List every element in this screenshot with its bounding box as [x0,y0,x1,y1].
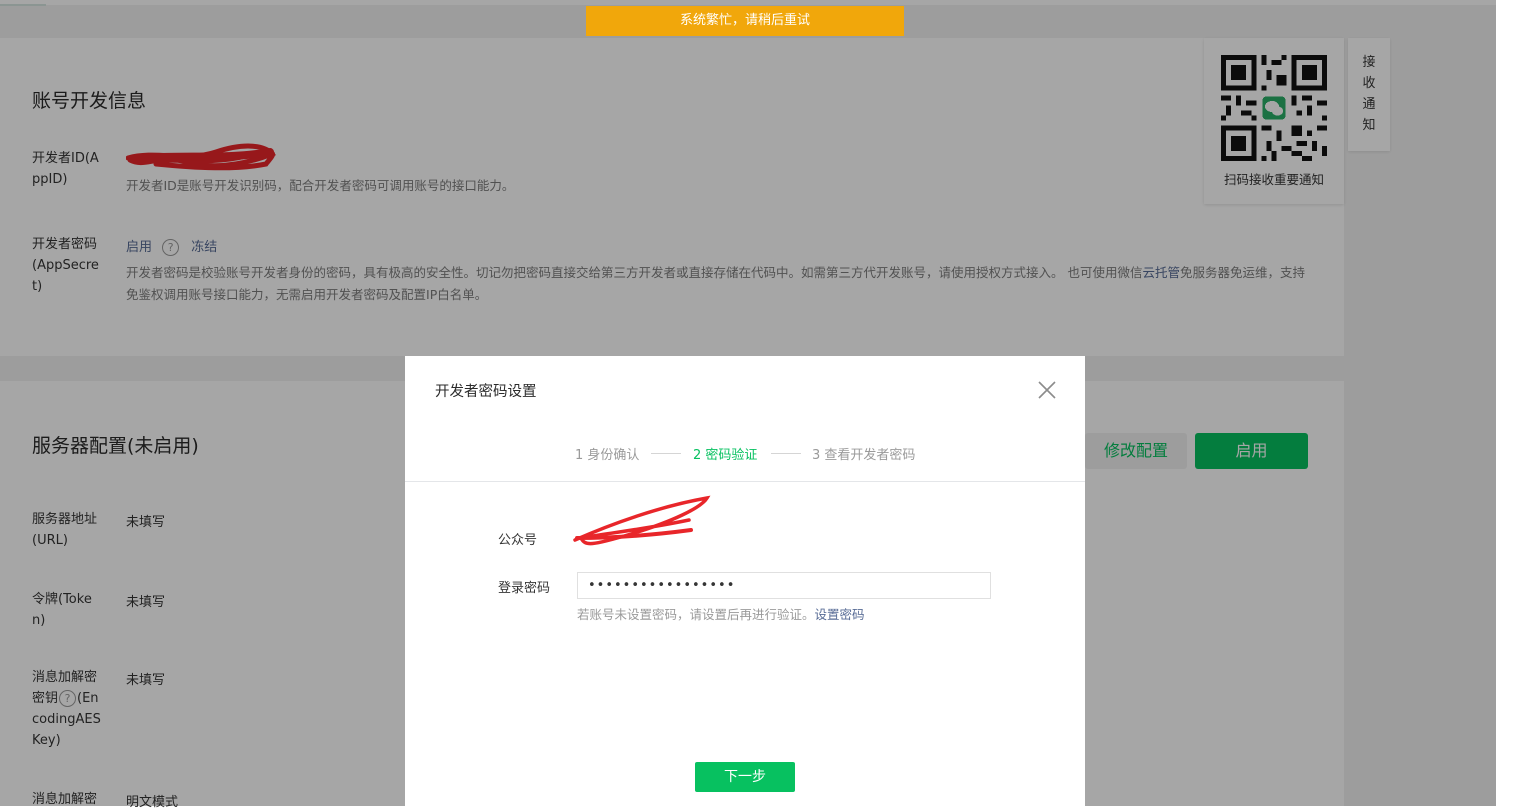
dialog-divider [405,481,1085,482]
password-hint-text: 若账号未设置密码，请设置后再进行验证。 [577,607,815,622]
account-label: 公众号 [498,533,538,548]
error-toast: 系统繁忙，请稍后重试 [586,6,904,36]
dialog-title: 开发者密码设置 [435,384,537,400]
set-password-link[interactable]: 设置密码 [815,607,865,622]
developer-password-dialog: 开发者密码设置 1 身份确认 2 密码验证 3 查看开发者密码 公众号 登录密码… [405,356,1085,806]
step-divider [651,453,681,454]
step-view-dev-password: 3 查看开发者密码 [812,448,916,463]
step-identity-confirm: 1 身份确认 [575,448,640,463]
login-password-input[interactable] [577,572,991,599]
step-indicator: 1 身份确认 2 密码验证 3 查看开发者密码 [405,444,1085,464]
password-hint: 若账号未设置密码，请设置后再进行验证。设置密码 [577,604,865,623]
close-icon[interactable] [1037,380,1057,400]
step-password-verify: 2 密码验证 [693,448,758,463]
step-divider [771,453,801,454]
password-label: 登录密码 [498,581,551,596]
redaction-scribble [573,495,711,546]
next-step-button[interactable]: 下一步 [695,762,795,792]
right-edge [1496,0,1526,806]
